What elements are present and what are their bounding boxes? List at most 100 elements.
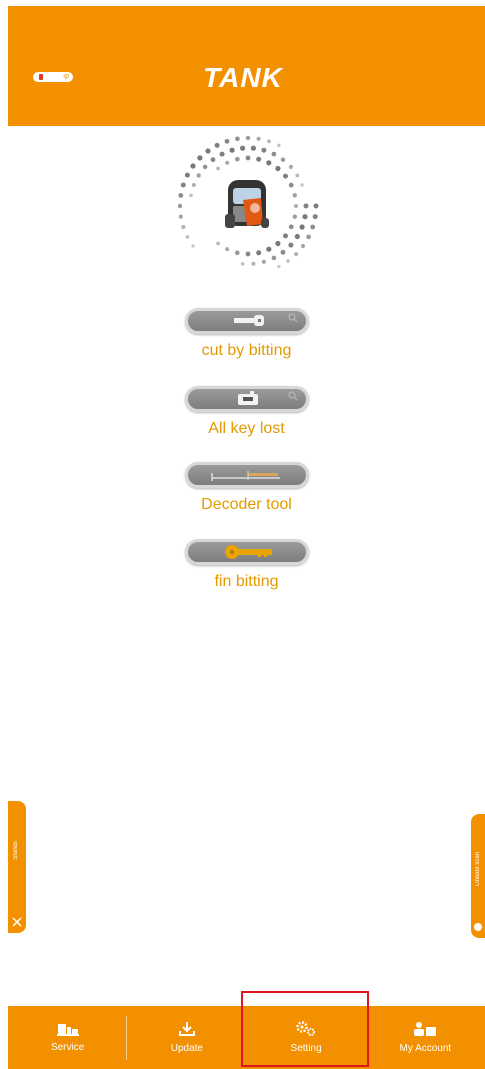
ring-dot <box>288 242 294 248</box>
ring-dot <box>266 246 272 252</box>
fin-bitting-label: fin bitting <box>214 573 279 590</box>
key-cut-icon <box>233 313 297 326</box>
battery-text: ıp <box>63 73 69 80</box>
service-icon <box>56 1024 79 1036</box>
cut-by-bitting-button[interactable] <box>184 308 309 334</box>
ring-dot <box>240 262 245 266</box>
ring-dot <box>181 225 186 229</box>
ring-dot <box>180 182 186 188</box>
ring-dot <box>261 259 266 264</box>
ring-dot <box>229 147 235 153</box>
ring-dot <box>286 259 290 263</box>
ring-dot <box>256 136 261 141</box>
ring-dot <box>245 251 251 257</box>
ring-dot <box>288 182 294 188</box>
ring-dot <box>292 193 297 198</box>
ring-dot <box>294 204 298 208</box>
bottom-nav: Service Update Setting My Account <box>8 1006 485 1069</box>
side-tab-left-text: Stands <box>13 841 19 860</box>
nav-setting-label: Setting <box>290 1043 322 1054</box>
ring-dot <box>205 148 211 154</box>
ring-dot <box>177 203 183 209</box>
ring-dot <box>216 166 220 171</box>
function-cut-by-bitting[interactable]: cut by bitting <box>8 308 485 360</box>
download-icon <box>178 1022 195 1036</box>
ring-dot <box>245 135 251 141</box>
ring-dot <box>288 164 293 169</box>
ring-dot <box>225 160 230 165</box>
ring-dot <box>280 157 286 162</box>
ring-dot <box>313 203 319 209</box>
ring-dot <box>196 173 201 178</box>
nav-setting[interactable]: Setting <box>247 1006 366 1069</box>
ring-dot <box>283 173 288 179</box>
ring-dot <box>300 183 304 187</box>
function-decoder-tool[interactable]: Decoder tool <box>8 462 485 514</box>
side-tab-right-text: Lineate scan <box>475 852 481 887</box>
gears-icon <box>296 1021 316 1036</box>
ring-dot <box>235 136 240 142</box>
side-tab-right[interactable]: Lineate scan <box>471 814 485 938</box>
decoder-tool-label: Decoder tool <box>201 496 292 513</box>
fin-bitting-button[interactable] <box>184 539 309 565</box>
ring-dot <box>310 224 316 230</box>
ring-dot <box>191 244 195 248</box>
nav-my-account[interactable]: My Account <box>366 1006 485 1069</box>
ring-dot <box>280 249 286 255</box>
ring-dot <box>267 139 271 144</box>
ring-dot <box>275 240 281 247</box>
scissors-icon <box>12 917 22 927</box>
nav-service[interactable]: Service <box>8 1006 128 1069</box>
ring-dot <box>216 241 220 246</box>
gold-key-icon <box>224 545 272 559</box>
ring-dot <box>191 183 196 187</box>
ring-dot <box>299 224 305 230</box>
account-icon <box>414 1022 437 1036</box>
ring-dot <box>250 145 256 151</box>
nav-update[interactable]: Update <box>127 1006 246 1069</box>
ring-dot <box>202 164 208 170</box>
app-screen: ıp TANK cut by bitting All key lost Deco… <box>8 6 485 1069</box>
ring-dot <box>256 250 262 256</box>
ring-dot <box>271 255 277 261</box>
ring-dot <box>235 250 240 256</box>
ring-dot <box>288 224 294 230</box>
ring-dot <box>256 156 262 162</box>
cut-by-bitting-label: cut by bitting <box>201 342 292 359</box>
decoder-tool-button[interactable] <box>184 462 309 488</box>
truck-icon[interactable] <box>168 126 328 286</box>
ring-dot <box>302 214 308 220</box>
nav-service-label: Service <box>50 1042 85 1053</box>
app-header: ıp TANK <box>8 6 485 126</box>
ring-dot <box>300 243 306 249</box>
ring-dot <box>283 233 288 239</box>
ring-dot <box>251 261 256 266</box>
nav-my-account-label: My Account <box>399 1043 452 1054</box>
ring-dot <box>190 163 196 169</box>
ring-dot <box>261 147 267 153</box>
battery-indicator: ıp <box>33 72 73 82</box>
ring-dot <box>294 252 299 257</box>
ring-dot <box>292 214 297 219</box>
ring-dot <box>184 172 190 178</box>
ring-dot <box>294 233 300 240</box>
ring-dot <box>271 151 277 157</box>
scan-icon <box>474 923 482 931</box>
all-key-lost-label: All key lost <box>208 420 285 437</box>
side-tab-left[interactable]: Stands <box>8 801 26 933</box>
ring-dot <box>275 165 281 172</box>
brand-logo: TANK <box>203 62 283 93</box>
decoder-tool-icon <box>210 471 280 481</box>
ring-dot <box>225 247 230 252</box>
ring-dot <box>178 214 183 219</box>
ring-dot <box>245 155 251 161</box>
ring-dot <box>266 160 272 166</box>
function-fin-bitting[interactable]: fin bitting <box>8 539 485 591</box>
ring-dot <box>189 193 193 198</box>
function-all-key-lost[interactable]: All key lost <box>8 386 485 438</box>
ring-dot <box>197 155 203 161</box>
ring-dot <box>235 156 240 162</box>
ring-dot <box>240 145 246 151</box>
ring-dot <box>210 157 216 163</box>
all-key-lost-button[interactable] <box>184 386 309 412</box>
